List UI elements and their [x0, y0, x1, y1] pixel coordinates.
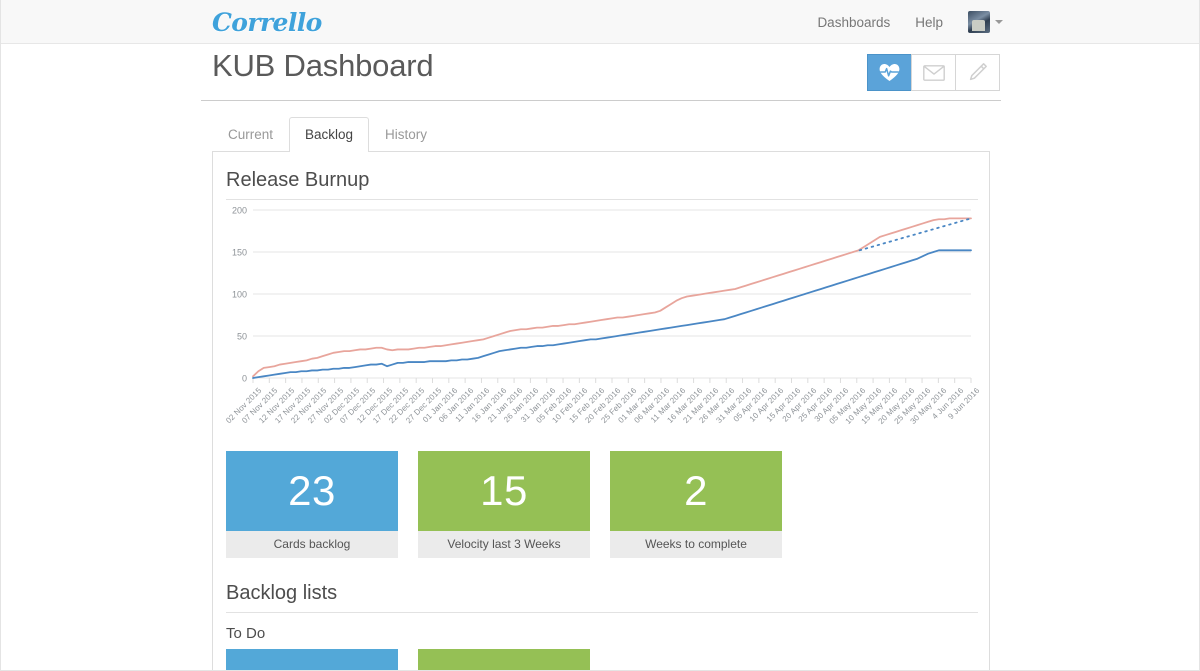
page-title: KUB Dashboard	[212, 48, 434, 83]
tab-backlog[interactable]: Backlog	[289, 117, 370, 152]
header-actions	[867, 54, 1000, 91]
stat-label: Velocity last 3 Weeks	[418, 531, 590, 558]
y-tick-label: 0	[242, 374, 247, 384]
release-burnup-chart: 0 50 100 150 200 02 Nov 2015 07 Nov 2015 12 No…	[224, 202, 981, 437]
backlog-panel: Release Burnup 0 50 100 150 200 02 Nov 2015 0…	[212, 151, 990, 670]
series-forecast	[858, 217, 972, 252]
corrello-logo[interactable]: Corrello	[212, 8, 322, 37]
pencil-icon	[969, 63, 987, 81]
series-completed	[252, 249, 972, 379]
stat-value: 15	[480, 467, 528, 514]
y-tick-label: 100	[232, 290, 247, 300]
heartbeat-icon	[879, 64, 900, 81]
edit-button[interactable]	[955, 54, 1000, 91]
stat-card-velocity[interactable]: 15 Velocity last 3 Weeks	[418, 451, 590, 558]
stat-value: 23	[288, 467, 336, 514]
y-tick-label: 50	[237, 332, 247, 342]
series-total-scope	[252, 217, 972, 378]
list-bar-green[interactable]	[418, 649, 590, 670]
stat-label: Weeks to complete	[610, 531, 782, 558]
burnup-plot: 0 50 100 150 200	[232, 206, 972, 384]
nav-dashboards[interactable]: Dashboards	[817, 15, 890, 30]
chevron-down-icon	[995, 20, 1003, 24]
stat-value-box: 15	[418, 451, 590, 531]
tab-current[interactable]: Current	[212, 117, 289, 151]
top-navbar: Corrello Dashboards Help	[1, 0, 1199, 44]
user-menu[interactable]	[968, 11, 1003, 33]
list-name-to-do: To Do	[226, 625, 266, 642]
health-button[interactable]	[867, 54, 912, 91]
stat-card-cards-backlog[interactable]: 23 Cards backlog	[226, 451, 398, 558]
tab-history[interactable]: History	[369, 117, 443, 151]
backlog-lists-heading: Backlog lists	[226, 582, 978, 613]
stat-label: Cards backlog	[226, 531, 398, 558]
app-window: Corrello Dashboards Help KUB Dashboard C…	[0, 0, 1200, 671]
envelope-icon	[922, 64, 945, 81]
stat-value-box: 2	[610, 451, 782, 531]
backlog-list-bars	[226, 649, 590, 670]
avatar	[968, 11, 990, 33]
nav-help[interactable]: Help	[915, 15, 943, 30]
email-button[interactable]	[911, 54, 956, 91]
list-bar-blue[interactable]	[226, 649, 398, 670]
stat-value-box: 23	[226, 451, 398, 531]
release-burnup-heading: Release Burnup	[226, 169, 978, 200]
dashboard-tabs: Current Backlog History	[212, 117, 443, 152]
y-tick-label: 150	[232, 248, 247, 258]
y-tick-label: 200	[232, 206, 247, 216]
page-header: KUB Dashboard	[201, 47, 1001, 101]
stat-card-weeks-to-complete[interactable]: 2 Weeks to complete	[610, 451, 782, 558]
navbar-right: Dashboards Help	[817, 0, 1003, 44]
stat-cards: 23 Cards backlog 15 Velocity last 3 Week…	[226, 451, 978, 558]
stat-value: 2	[684, 467, 708, 514]
